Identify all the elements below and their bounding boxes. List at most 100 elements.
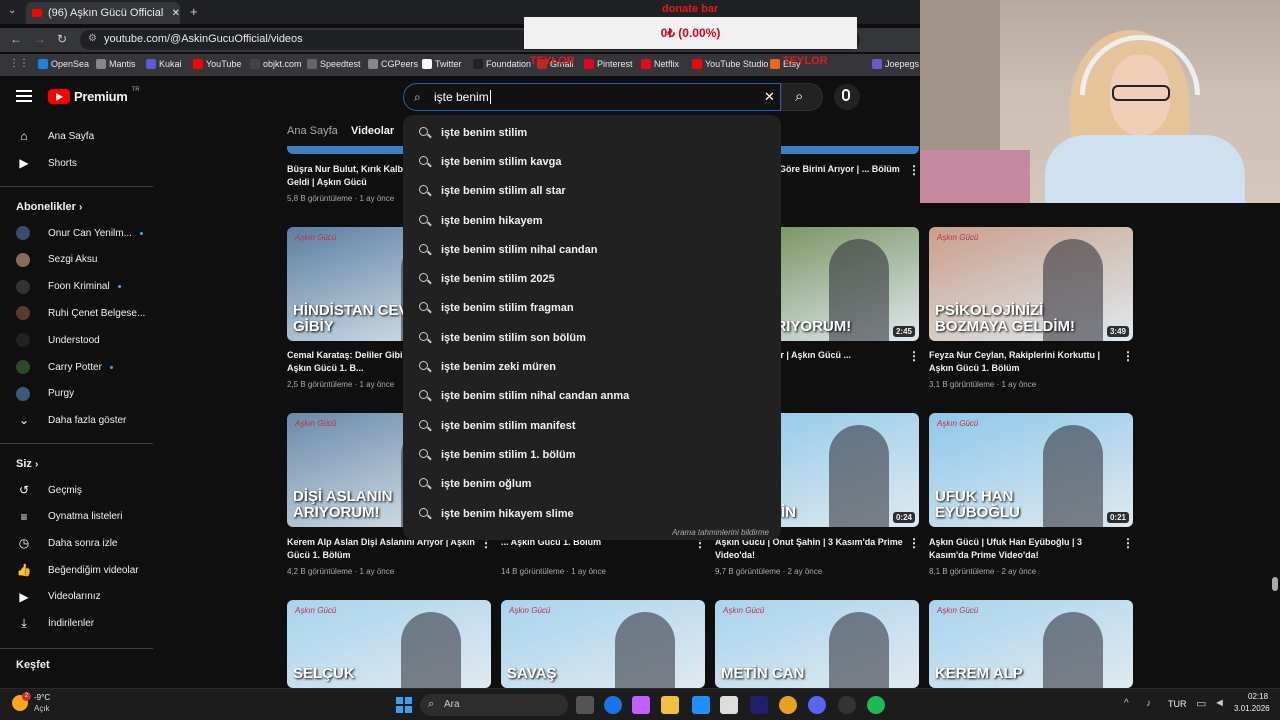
voice-search-button[interactable] (834, 84, 860, 110)
video-more-icon[interactable]: ⋮ (908, 163, 920, 177)
youtube-premium-logo[interactable]: Premium TR (48, 87, 140, 104)
search-button[interactable]: ⌕ (781, 83, 823, 111)
video-thumbnail[interactable]: Aşkın Gücü SAVAŞ (501, 600, 705, 688)
search-suggestion[interactable]: işte benim stilim 1. bölüm (403, 440, 781, 469)
site-info-icon[interactable]: ⚙ (88, 33, 97, 44)
report-suggestions-link[interactable]: Arama tahminlerini bildirme (672, 528, 769, 537)
clock-time[interactable]: 02:18 (1248, 692, 1268, 701)
browser-tab-active[interactable]: (96) Aşkın Gücü Official - YouTube ✕ (26, 2, 180, 24)
search-input[interactable]: ⌕ işte benim ✕ (403, 83, 781, 111)
bookmark-item[interactable]: Foundation (473, 59, 531, 69)
video-thumbnail[interactable]: Aşkın Gücü SELÇUK (287, 600, 491, 688)
search-suggestion[interactable]: işte benim stilim (403, 118, 781, 147)
bookmark-item[interactable]: YouTube Studio (692, 59, 768, 69)
search-suggestion[interactable]: işte benim hikayem (403, 206, 781, 235)
discord-icon[interactable] (808, 696, 826, 714)
page-scrollbar[interactable] (1272, 577, 1278, 591)
sidebar-item-like[interactable]: 👍 Beğendiğim videolar (16, 557, 139, 583)
windows-start-icon[interactable] (396, 697, 412, 713)
bookmark-item[interactable]: CGPeers (368, 59, 418, 69)
chevron-down-icon: ⌄ (18, 413, 30, 427)
video-more-icon[interactable]: ⋮ (908, 536, 920, 550)
search-suggestion[interactable]: işte benim stilim son bölüm (403, 323, 781, 352)
chrome-icon[interactable] (779, 696, 797, 714)
search-suggestion[interactable]: işte benim stilim all star (403, 177, 781, 206)
sidebar-item-home[interactable]: ⌂ Ana Sayfa (16, 123, 94, 149)
back-icon[interactable]: ← (10, 32, 22, 46)
sidebar-subscription-item[interactable]: Purgy (16, 381, 74, 407)
network-icon[interactable]: ▭ (1196, 697, 1206, 710)
search-suggestion[interactable]: işte benim zeki müren (403, 352, 781, 381)
tab-videos[interactable]: Videolar (351, 125, 394, 137)
sidebar-subscription-item[interactable]: Carry Potter (16, 354, 113, 380)
search-suggestion[interactable]: işte benim stilim 2025 (403, 264, 781, 293)
search-suggestion[interactable]: işte benim stilim fragman (403, 294, 781, 323)
outlook-icon[interactable] (692, 696, 710, 714)
tray-chevron-icon[interactable]: ^ (1124, 698, 1129, 709)
search-suggestion[interactable]: işte benim stilim manifest (403, 411, 781, 440)
tab-close-icon[interactable]: ✕ (172, 8, 180, 19)
sidebar-subscription-item[interactable]: Understood (16, 327, 100, 353)
bookmark-item[interactable]: Joepegs (872, 59, 919, 69)
mic-tray-icon[interactable]: ♪ (1146, 698, 1151, 709)
after-effects-icon[interactable] (750, 696, 768, 714)
bookmark-item[interactable]: Kukai (146, 59, 182, 69)
menu-icon[interactable] (16, 90, 32, 102)
show-more-button[interactable]: ⌄ Daha fazla göster (16, 407, 126, 433)
subscriptions-header[interactable]: Abonelikler › (16, 201, 82, 213)
video-thumbnail[interactable]: Aşkın Gücü METİN CAN (715, 600, 919, 688)
tab-list-icon[interactable]: ⌄ (8, 5, 16, 16)
sidebar-subscription-item[interactable]: Onur Can Yenilm... (16, 220, 143, 246)
tab-home[interactable]: Ana Sayfa (287, 125, 338, 137)
sidebar-item-your-videos[interactable]: ▶ Videolarınız (16, 584, 100, 610)
bookmark-item[interactable]: Twitter (422, 59, 462, 69)
video-thumbnail[interactable]: Aşkın Gücü PSİKOLOJİNİZİ BOZMAYA GELDİM! 3… (929, 227, 1133, 341)
bookmark-item[interactable]: Netflix (641, 59, 679, 69)
video-thumbnail[interactable]: Aşkın Gücü UFUK HAN EYÜBOĞLU 0:21 (929, 413, 1133, 527)
suggestion-text: işte benim stilim fragman (441, 302, 574, 315)
obs-icon[interactable] (838, 696, 856, 714)
reload-icon[interactable]: ↻ (57, 32, 67, 46)
bookmark-item[interactable]: OpenSea (38, 59, 89, 69)
bookmark-item[interactable]: Pinterest (584, 59, 633, 69)
bookmark-item[interactable]: objkt.com (250, 59, 302, 69)
video-title[interactable]: Feyza Nur Ceylan, Rakiplerini Korkuttu |… (929, 349, 1119, 375)
clear-search-icon[interactable]: ✕ (764, 89, 775, 105)
clock-date[interactable]: 3.01.2026 (1234, 704, 1270, 713)
video-more-icon[interactable]: ⋮ (908, 349, 920, 363)
forward-icon[interactable]: → (34, 32, 46, 46)
apps-grid-icon[interactable]: ⋮⋮ (9, 58, 29, 69)
sidebar-item-shorts[interactable]: ▶ Shorts (16, 150, 77, 176)
volume-icon[interactable]: ◄ (1214, 697, 1225, 709)
video-thumbnail[interactable]: Aşkın Gücü KEREM ALP (929, 600, 1133, 688)
sidebar-subscription-item[interactable]: Foon Kriminal (16, 274, 121, 300)
sidebar-subscription-item[interactable]: Sezgi Aksu (16, 247, 97, 273)
sidebar-item-watch-later[interactable]: ◷ Daha sonra izle (16, 530, 118, 556)
donation-goal-left: TEYLOR (530, 55, 575, 67)
file-explorer-icon[interactable] (661, 696, 679, 714)
store-icon[interactable] (720, 696, 738, 714)
sidebar-item-history[interactable]: ↺ Geçmiş (16, 477, 82, 503)
search-suggestion[interactable]: işte benim stilim nihal candan anma (403, 382, 781, 411)
you-header[interactable]: Siz › (16, 458, 38, 470)
edge-icon[interactable] (604, 696, 622, 714)
bookmark-item[interactable]: Speedtest (307, 59, 361, 69)
video-title[interactable]: Aşkın Gücü | Ufuk Han Eyüboğlu | 3 Kasım… (929, 536, 1119, 562)
search-suggestion[interactable]: işte benim stilim kavga (403, 147, 781, 176)
sidebar-subscription-item[interactable]: Ruhi Çenet Belgese... (16, 300, 145, 326)
copilot-icon[interactable] (632, 696, 650, 714)
sidebar-item-download[interactable]: ⤓ İndirilenler (16, 611, 94, 637)
new-tab-icon[interactable]: + (190, 4, 198, 19)
sidebar-item-playlist[interactable]: ≡ Oynatma listeleri (16, 504, 122, 530)
video-more-icon[interactable]: ⋮ (1122, 349, 1134, 363)
search-suggestion[interactable]: işte benim stilim nihal candan (403, 235, 781, 264)
video-more-icon[interactable]: ⋮ (1122, 536, 1134, 550)
task-view-icon[interactable] (576, 696, 594, 714)
bookmark-item[interactable]: YouTube (193, 59, 241, 69)
spotify-icon[interactable] (867, 696, 885, 714)
search-suggestion[interactable]: işte benim oğlum (403, 470, 781, 499)
language-indicator[interactable]: TUR (1168, 699, 1187, 709)
bookmark-item[interactable]: Mantis (96, 59, 136, 69)
search-suggestion[interactable]: işte benim hikayem slime (403, 499, 781, 528)
taskbar-search[interactable]: ⌕ Ara (420, 694, 568, 716)
